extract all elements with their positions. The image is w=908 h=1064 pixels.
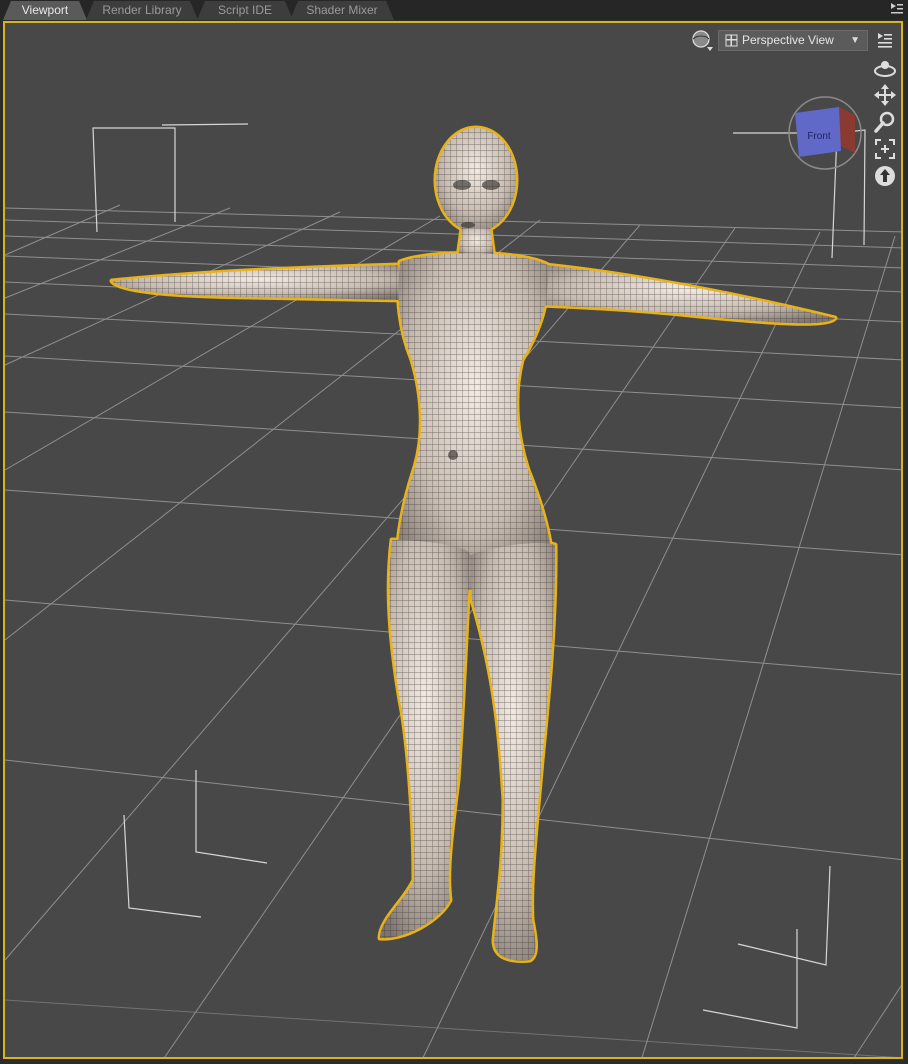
- camera-icon: [725, 34, 738, 53]
- frame-icon[interactable]: [873, 137, 897, 161]
- panel-menu-icon[interactable]: [890, 2, 904, 16]
- view-cube-label: Front: [807, 131, 831, 142]
- panel-tab-bar: Viewport Render Library Script IDE Shade…: [0, 0, 908, 20]
- view-mode-dropdown[interactable]: Perspective View ▼: [718, 30, 868, 51]
- draw-style-sphere-icon[interactable]: [690, 29, 716, 53]
- tab-shader-mixer[interactable]: Shader Mixer: [290, 1, 394, 20]
- pan-icon[interactable]: [873, 83, 897, 107]
- tab-label: Shader Mixer: [306, 3, 378, 17]
- tab-label: Script IDE: [217, 3, 272, 17]
- view-mode-label: Perspective View: [742, 33, 834, 47]
- viewport-3d[interactable]: Front: [3, 21, 903, 1059]
- viewport-options-icon[interactable]: [876, 31, 894, 49]
- tab-viewport[interactable]: Viewport: [3, 1, 87, 20]
- chevron-down-icon: ▼: [850, 35, 860, 46]
- scene-canvas[interactable]: [3, 21, 903, 1059]
- reset-view-icon[interactable]: [873, 164, 897, 188]
- view-cube[interactable]: Front: [785, 93, 865, 173]
- tab-render-library[interactable]: Render Library: [86, 1, 198, 20]
- zoom-icon[interactable]: [873, 110, 897, 134]
- tab-label: Viewport: [21, 3, 69, 17]
- orbit-icon[interactable]: [873, 56, 897, 80]
- human-figure-mesh[interactable]: [112, 128, 835, 960]
- app-window: Viewport Render Library Script IDE Shade…: [0, 0, 908, 1064]
- tab-script-ide[interactable]: Script IDE: [197, 1, 293, 20]
- tab-label: Render Library: [102, 3, 182, 17]
